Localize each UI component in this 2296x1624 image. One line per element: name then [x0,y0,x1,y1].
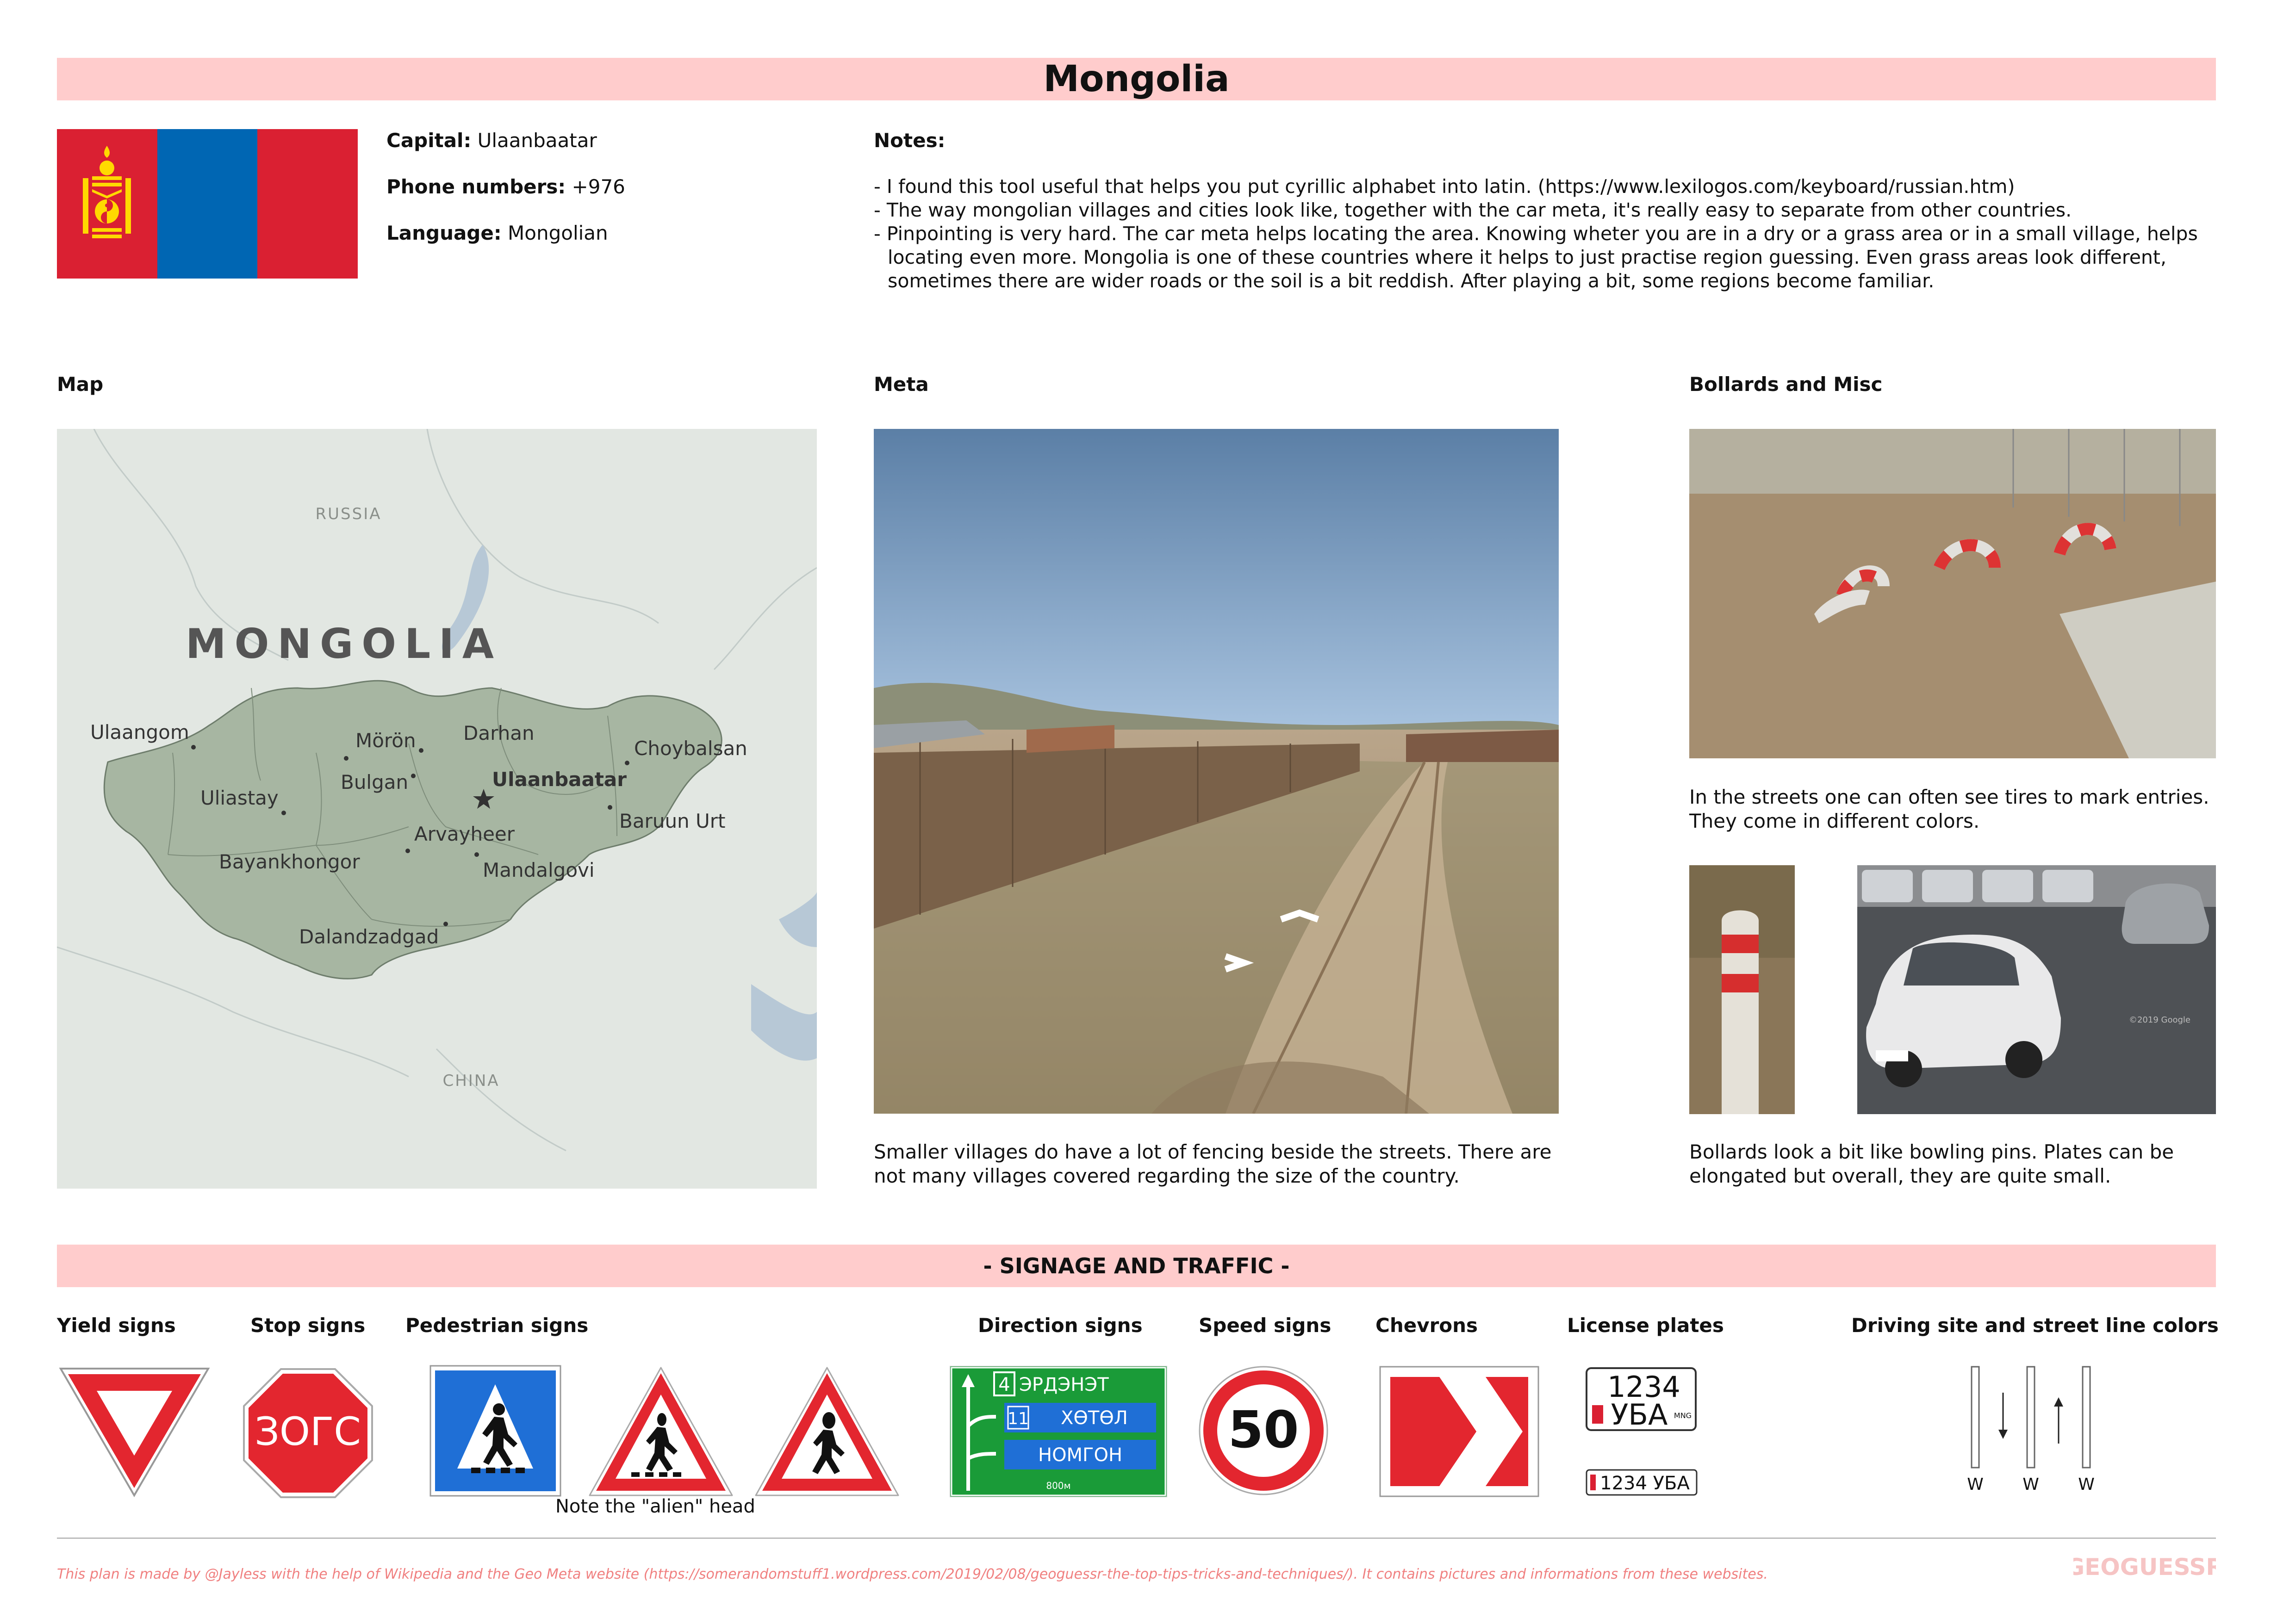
city-label: Ulaangom [90,721,189,744]
direction-sign: 4 ЭРДЭНЭТ 11 ХӨТӨЛ НОМГОН 800м [949,1365,1168,1498]
bollards-heading: Bollards and Misc [1689,373,1883,396]
notes-heading: Notes: [874,129,946,152]
city-label: Uliastay [200,787,279,809]
phone-row: Phone numbers: +976 [386,176,803,198]
stop-sign: ЗОГС [242,1367,374,1499]
plate-letters: УБА [1611,1398,1668,1431]
language-value: Mongolian [508,222,608,244]
tires-caption: In the streets one can often see tires t… [1689,786,2209,832]
direction-destination: ХӨТӨЛ [1061,1407,1128,1429]
note-item: - The way mongolian villages and cities … [874,199,2072,221]
chevrons-heading: Chevrons [1375,1314,1478,1337]
logo-text: GEOGUESSR [2073,1554,2216,1581]
city-label: Dalandzadgad [299,925,439,948]
street-lines-diagram: W W W [1953,1365,2110,1504]
plates-heading: License plates [1567,1314,1724,1337]
village-street-photo [874,429,1559,1114]
city-label: Arvayheer [414,823,515,845]
geoguessr-logo: GEOGUESSR [2066,1551,2224,1583]
direction-destination: НОМГОН [1038,1444,1122,1466]
city-label: Darhan [463,722,535,744]
meta-caption: Smaller villages do have a lot of fencin… [874,1141,1552,1187]
stop-sign-text: ЗОГС [255,1409,361,1454]
pedestrian-heading: Pedestrian signs [405,1314,589,1337]
map-heading: Map [57,373,104,396]
pedestrian-warning-sign-alien [753,1365,901,1499]
signage-banner: - SIGNAGE AND TRAFFIC - [57,1245,2216,1287]
direction-heading: Direction signs [978,1314,1143,1337]
direction-route-number: 4 [998,1374,1010,1395]
plate-small-text: 1234 УБА [1600,1473,1690,1494]
note-item: - I found this tool useful that helps yo… [874,175,2015,198]
notes-list: - I found this tool useful that helps yo… [874,175,2207,293]
plate-country-code: MNG [1674,1411,1692,1420]
alien-note: Note the "alien" head [555,1496,755,1517]
meta-heading: Meta [874,373,929,396]
city-label: Bulgan [341,771,408,793]
bollards-caption: Bollards look a bit like bowling pins. P… [1689,1141,2174,1187]
direction-destination: ЭРДЭНЭТ [1019,1374,1109,1395]
bollard-photo [1689,865,1795,1114]
car-plates-photo: ©2019 Google [1857,865,2216,1114]
license-plate-long: 1234 УБА [1586,1469,1698,1496]
yield-heading: Yield signs [57,1314,176,1337]
map-north-label: RUSSIA [316,505,382,523]
yield-sign [57,1365,212,1499]
city-label: Mörön [355,729,416,752]
capital-value: Ulaanbaatar [477,129,597,152]
map-of-mongolia: MONGOLIA RUSSIA CHINA Ulaangom Mörön Dar… [57,429,817,1189]
city-label: Bayankhongor [219,850,360,873]
capital-label: Capital: [386,129,472,152]
line-color-label: W [2078,1475,2095,1494]
language-row: Language: Mongolian [386,222,803,244]
capital-row: Capital: Ulaanbaatar [386,130,803,152]
footer-divider [57,1537,2216,1539]
city-label: Ulaanbaatar [492,768,627,791]
city-label: Baruun Urt [619,810,726,832]
city-label: Choybalsan [634,737,747,760]
line-color-label: W [2022,1475,2039,1494]
direction-route-number: 11 [1008,1409,1029,1428]
phone-label: Phone numbers: [386,175,566,198]
map-country-label: MONGOLIA [186,620,502,668]
speed-heading: Speed signs [1199,1314,1332,1337]
speed-limit-sign: 50 [1198,1365,1330,1497]
photo-watermark: ©2019 Google [2129,1015,2190,1025]
map-south-label: CHINA [442,1072,499,1090]
note-item: - Pinpointing is very hard. The car meta… [874,223,2198,292]
flag-of-mongolia [57,129,358,279]
stop-heading: Stop signs [250,1314,366,1337]
license-plate-square: 1234 УБА MNG [1586,1367,1697,1432]
speed-limit-value: 50 [1228,1400,1299,1459]
footer-credits: This plan is made by @Jayless with the h… [57,1566,1768,1582]
tires-photo [1689,429,2216,758]
direction-distance: 800м [1046,1480,1070,1491]
chevron-sign [1379,1366,1539,1497]
language-label: Language: [386,222,502,244]
driving-heading: Driving site and street line colors [1851,1314,2219,1337]
page-title: Mongolia [57,58,2216,100]
city-label: Mandalgovi [483,859,595,881]
phone-value: +976 [572,175,625,198]
line-color-label: W [1967,1475,1984,1494]
pedestrian-warning-sign [587,1365,735,1499]
pedestrian-crossing-sign [429,1365,561,1497]
